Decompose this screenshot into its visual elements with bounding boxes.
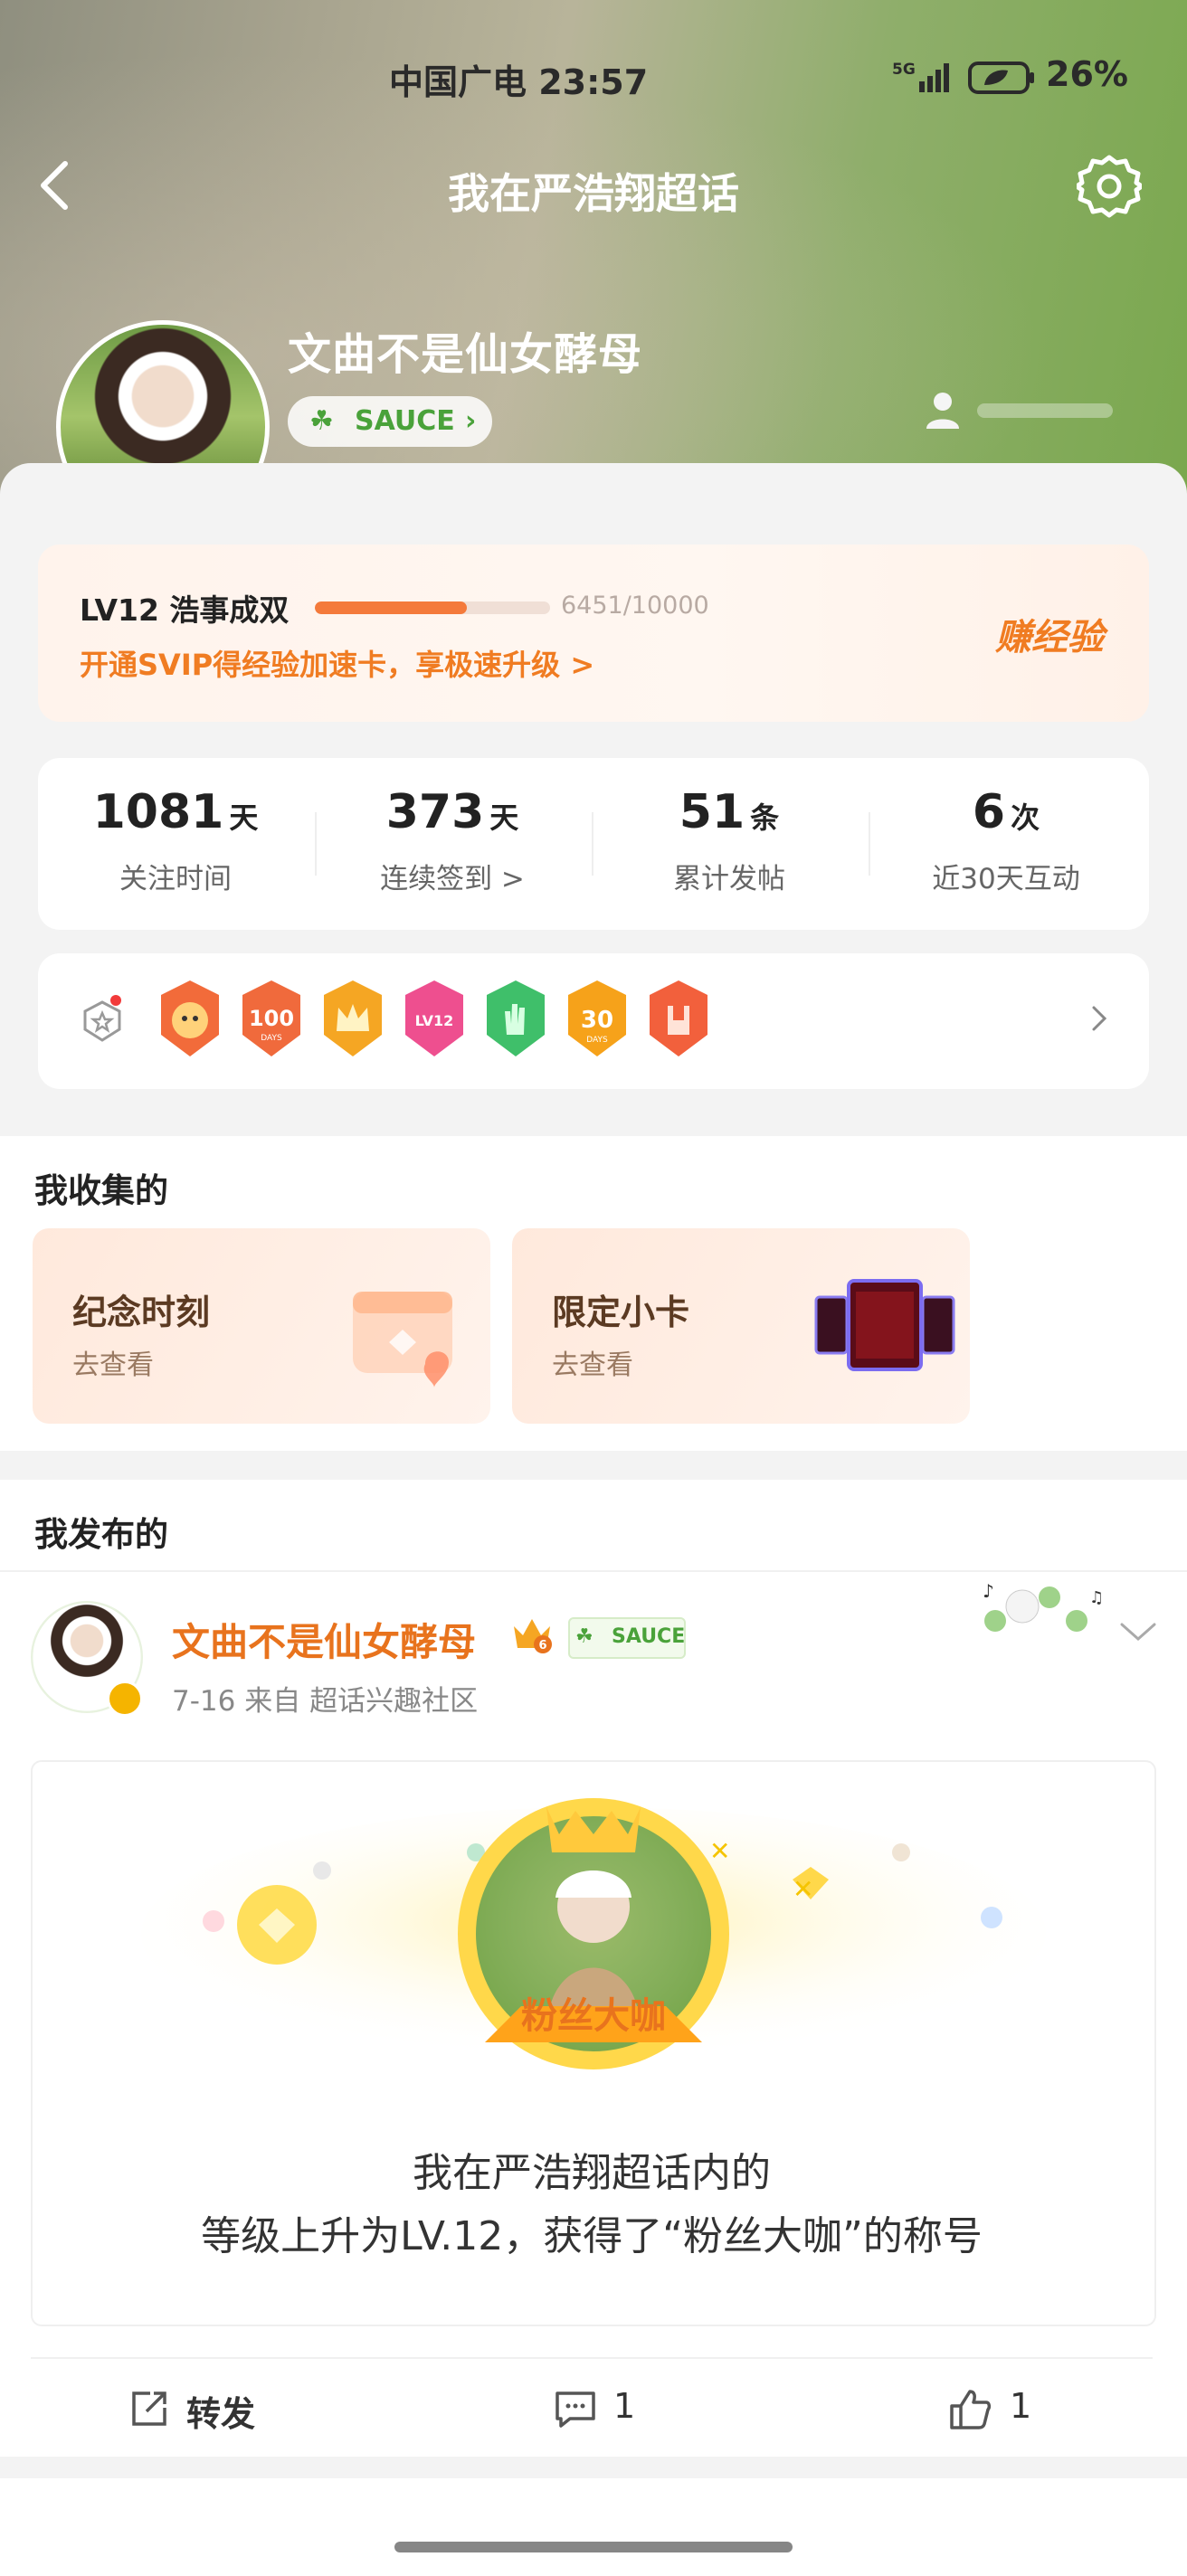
network-label: 5G <box>892 61 916 79</box>
post-author-name[interactable]: 文曲不是仙女酵母 <box>172 1612 476 1667</box>
sauce-badge-label: SAUCE <box>355 405 455 437</box>
stat-label: 近30天互动 <box>932 863 1080 895</box>
memorial-moments-card[interactable]: 纪念时刻 去查看 <box>33 1228 490 1424</box>
medal-text: LV12 <box>415 1012 454 1029</box>
medal-text: DAYS <box>261 1034 282 1043</box>
clover-decoration-icon: ♪ ♫ <box>968 1570 1113 1646</box>
level-progress-bar <box>315 601 550 614</box>
stat-value: 6 <box>972 785 1006 839</box>
stat-follow-days: 1081 天 关注时间 <box>40 785 311 896</box>
home-indicator[interactable] <box>394 2542 793 2552</box>
gear-icon[interactable] <box>1074 154 1144 219</box>
battery-icon <box>968 60 1037 96</box>
stat-label: 连续签到 > <box>380 863 525 895</box>
stat-unit: 天 <box>489 800 519 835</box>
divider <box>31 2357 1153 2359</box>
30-days-medal-icon: 30 DAYS <box>565 979 630 1058</box>
medal-row[interactable]: 100 DAYS LV12 30 DAYS <box>38 953 1149 1089</box>
svip-promo-text: 开通SVIP得经验加速卡，享极速升级 <box>80 648 561 682</box>
section-title: 我发布的 <box>34 1515 168 1554</box>
hand-medal-icon <box>483 979 548 1058</box>
chevron-right-icon: > <box>570 648 595 682</box>
divider <box>0 2457 1187 2478</box>
section-title: 我收集的 <box>34 1171 168 1210</box>
sauce-badge-button[interactable]: ☘ SAUCE › <box>288 396 492 447</box>
sauce-badge: ☘ SAUCE <box>568 1617 686 1659</box>
medal-text: 30 <box>581 1007 613 1034</box>
comment-count: 1 <box>613 2386 636 2426</box>
stat-value: 373 <box>385 785 485 839</box>
repost-label: 转发 <box>186 2394 256 2434</box>
next-post-peek <box>0 2478 1187 2576</box>
calendar-heart-icon <box>335 1264 470 1400</box>
svg-text:♪: ♪ <box>983 1580 994 1602</box>
comment-icon <box>554 2390 597 2429</box>
medal-wall-icon <box>80 991 125 1046</box>
sauce-badge-label: SAUCE <box>612 1625 686 1648</box>
photo-cards-icon <box>814 1272 959 1380</box>
stat-label: 关注时间 <box>119 863 232 895</box>
chevron-right-icon: › <box>465 405 477 437</box>
post-text-line-1: 我在严浩翔超话内的 <box>413 2150 771 2196</box>
like-count: 1 <box>1010 2386 1032 2426</box>
stat-unit: 天 <box>229 800 259 835</box>
100-days-medal-icon: 100 DAYS <box>239 979 304 1058</box>
share-icon <box>128 2388 170 2429</box>
medal-text: 100 <box>249 1006 294 1031</box>
thumbs-up-icon <box>948 2388 992 2431</box>
stat-label: 累计发帖 <box>673 863 785 895</box>
post-text-line-2: 等级上升为LV.12，获得了“粉丝大咖”的称号 <box>201 2213 983 2259</box>
svg-text:✕: ✕ <box>793 1874 813 1904</box>
level-card[interactable] <box>38 545 1149 722</box>
clover-icon: ☘ <box>575 1625 594 1648</box>
stats-card: 1081 天 关注时间 373 天 连续签到 > 51 条 累计发帖 6次 近30天互… <box>38 758 1149 930</box>
card-subtitle: 去查看 <box>552 1350 633 1381</box>
page-title: 我在严浩翔超话 <box>448 169 739 218</box>
limited-card-card[interactable]: 限定小卡 去查看 <box>512 1228 970 1424</box>
card-title: 限定小卡 <box>552 1293 690 1332</box>
battery-percent: 26% <box>1046 54 1128 94</box>
crown-medal-icon <box>320 979 385 1058</box>
status-carrier-time: 中国广电 23:57 <box>389 62 649 102</box>
cat-medal-icon <box>157 979 223 1058</box>
signal-icon: 5G <box>892 58 955 98</box>
stat-value: 1081 <box>92 785 224 839</box>
medal-text: DAYS <box>586 1036 608 1045</box>
profile-username: 文曲不是仙女酵母 <box>288 329 643 380</box>
stat-checkin-days[interactable]: 373 天 连续签到 > <box>317 785 588 896</box>
fan-level-badge-icon: 6 <box>507 1614 557 1655</box>
user-icon[interactable] <box>923 389 1149 432</box>
svg-text:♫: ♫ <box>1089 1588 1104 1607</box>
stat-value: 51 <box>679 785 745 839</box>
svg-text:✕: ✕ <box>709 1836 730 1866</box>
chevron-right-icon <box>1089 999 1111 1038</box>
level-progress-text: 6451/10000 <box>561 592 709 620</box>
stat-unit: 条 <box>750 800 780 835</box>
rock-hand-medal-icon <box>646 979 711 1058</box>
lv12-medal-icon: LV12 <box>402 979 467 1058</box>
level-name: LV12 浩事成双 <box>80 592 290 628</box>
verified-badge <box>107 1681 143 1717</box>
post-meta: 7-16 来自 超话兴趣社区 <box>172 1685 479 1718</box>
earn-exp-button[interactable]: 赚经验 <box>995 608 1104 660</box>
card-title: 纪念时刻 <box>72 1293 211 1332</box>
chevron-down-icon[interactable] <box>1118 1619 1158 1644</box>
svip-promo-link[interactable]: 开通SVIP得经验加速卡，享极速升级 > <box>80 642 594 684</box>
level-badge-number: 6 <box>538 1639 546 1653</box>
level-progress-fill <box>315 601 467 614</box>
card-subtitle: 去查看 <box>72 1350 154 1381</box>
clover-icon: ☘ <box>309 405 334 437</box>
stat-interactions: 6次 近30天互动 <box>870 785 1142 896</box>
title-banner-label: 粉丝大咖 <box>521 1995 666 2037</box>
stat-posts: 51 条 累计发帖 <box>594 785 865 896</box>
stat-unit: 次 <box>1011 800 1040 835</box>
